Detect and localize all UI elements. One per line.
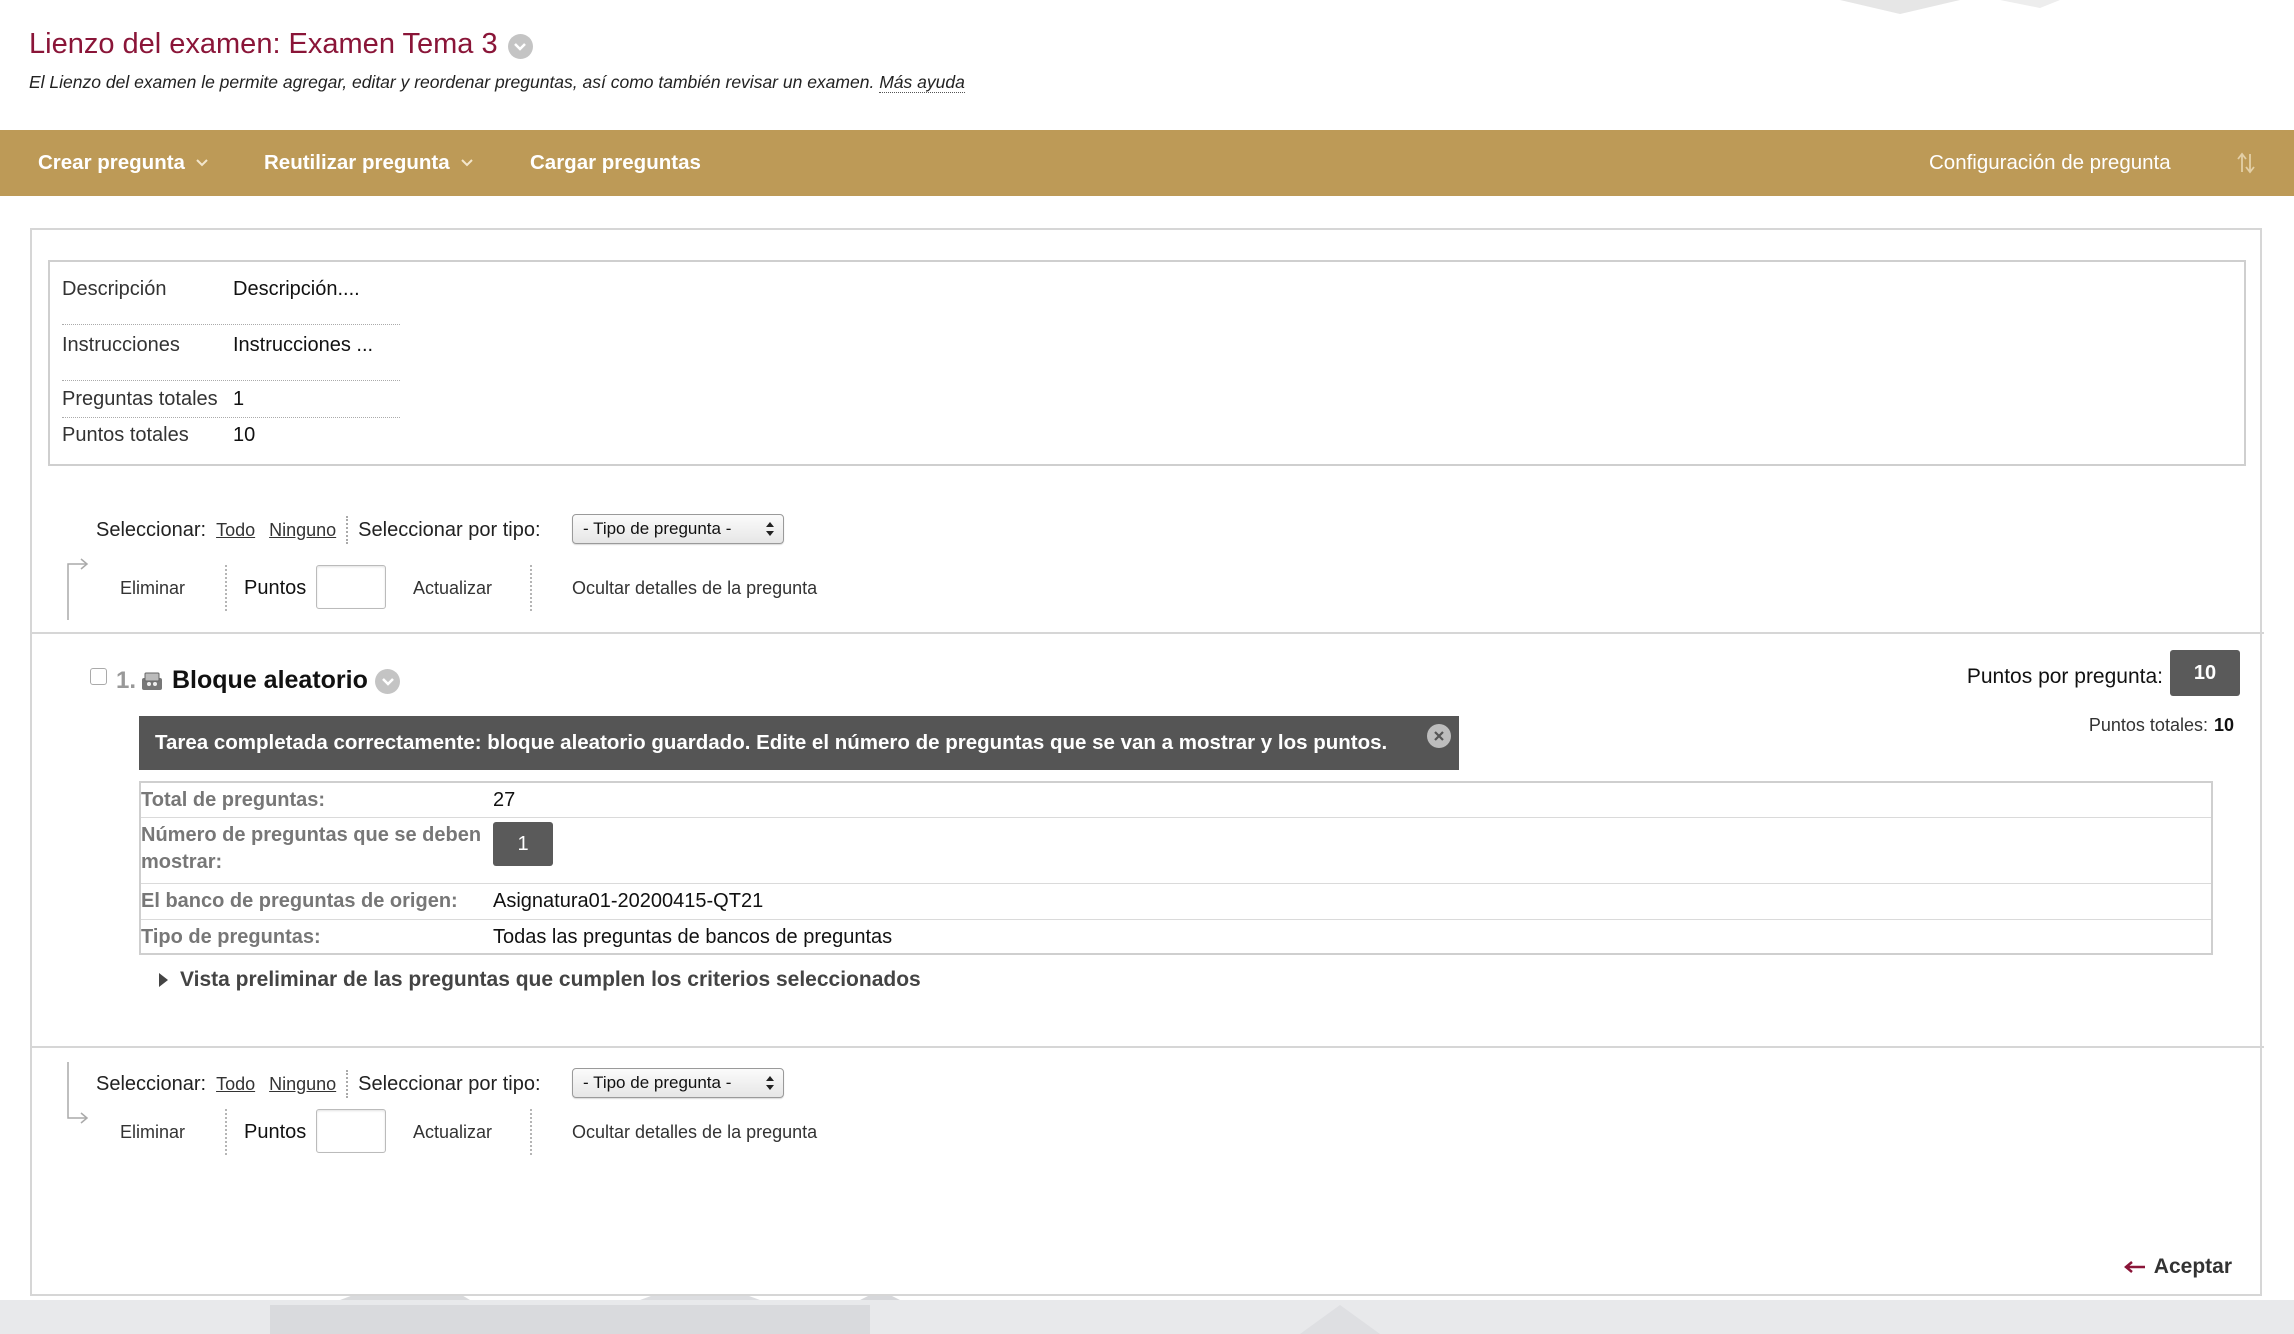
- select-label: Seleccionar:: [96, 518, 207, 541]
- points-input[interactable]: [316, 565, 386, 609]
- divider: [530, 1109, 532, 1155]
- reuse-question-button[interactable]: Reutilizar pregunta: [264, 130, 474, 196]
- points-per-question-label: Puntos por pregunta:: [1966, 665, 2163, 688]
- detail-label: El banco de preguntas de origen:: [141, 890, 458, 912]
- update-button[interactable]: Actualizar: [413, 565, 492, 611]
- selection-bar-bottom: Seleccionar: Todo Ninguno Seleccionar po…: [96, 1070, 541, 1098]
- divider: [225, 565, 227, 611]
- page-title-wrap: Lienzo del examen: Examen Tema 3: [29, 28, 533, 61]
- info-label: Instrucciones: [62, 334, 180, 356]
- operations-bar-bottom: Eliminar Puntos Actualizar Ocultar detal…: [32, 1109, 932, 1155]
- detail-row: El banco de preguntas de origen: Asignat…: [141, 883, 2211, 919]
- page: Lienzo del examen: Examen Tema 3 El Lien…: [0, 0, 2294, 1334]
- create-question-label: Crear pregunta: [38, 151, 185, 174]
- operations-bar-top: Eliminar Puntos Actualizar Ocultar detal…: [32, 565, 932, 611]
- select-none-link[interactable]: Ninguno: [269, 520, 336, 541]
- divider: [32, 632, 2264, 634]
- points-label: Puntos: [244, 1120, 307, 1143]
- select-all-link[interactable]: Todo: [216, 520, 255, 541]
- page-subtitle-wrap: El Lienzo del examen le permite agregar,…: [29, 72, 965, 93]
- page-subtitle: El Lienzo del examen le permite agregar,…: [29, 72, 875, 92]
- num-questions-display-button[interactable]: 1: [493, 822, 553, 866]
- random-block-details: Total de preguntas: 27 Número de pregunt…: [139, 781, 2213, 955]
- close-icon[interactable]: [1427, 724, 1451, 748]
- update-button[interactable]: Actualizar: [413, 1109, 492, 1155]
- divider: [530, 565, 532, 611]
- arrow-left-icon: [2123, 1261, 2145, 1273]
- selection-bar-top: Seleccionar: Todo Ninguno Seleccionar po…: [96, 516, 541, 544]
- info-value: 1: [233, 388, 245, 410]
- detail-value: Asignatura01-20200415-QT21: [493, 890, 764, 912]
- test-canvas: Descripción Descripción.... Instruccione…: [30, 228, 2264, 1296]
- question-number: 1.: [116, 667, 137, 694]
- detail-value: 27: [493, 789, 516, 811]
- hide-details-button[interactable]: Ocultar detalles de la pregunta: [572, 565, 817, 611]
- divider: [32, 1046, 2264, 1048]
- question-type-select[interactable]: - Tipo de pregunta -: [572, 1068, 784, 1098]
- create-question-button[interactable]: Crear pregunta: [38, 130, 209, 196]
- hide-details-button[interactable]: Ocultar detalles de la pregunta: [572, 1109, 817, 1155]
- delete-button[interactable]: Eliminar: [120, 565, 185, 611]
- info-label: Preguntas totales: [62, 388, 218, 410]
- test-info-panel: Descripción Descripción.... Instruccione…: [48, 260, 2246, 466]
- upload-questions-button[interactable]: Cargar preguntas: [530, 130, 701, 196]
- question-total-points: Puntos totales: 10: [2089, 715, 2234, 736]
- chevron-down-icon: [460, 159, 473, 167]
- question-type-select[interactable]: - Tipo de pregunta -: [572, 514, 784, 544]
- info-label: Puntos totales: [62, 424, 189, 446]
- detail-label: Total de preguntas:: [141, 789, 326, 811]
- chevron-down-icon[interactable]: [507, 34, 533, 59]
- select-arrows-icon: [766, 522, 774, 536]
- info-label: Descripción: [62, 278, 167, 300]
- page-title: Lienzo del examen: Examen Tema 3: [29, 28, 498, 60]
- chevron-down-icon[interactable]: [375, 669, 400, 694]
- points-label: Puntos: [244, 576, 307, 599]
- divider: [62, 380, 400, 381]
- sort-arrows-icon[interactable]: [2236, 130, 2256, 196]
- question-total-points-value: 10: [2213, 715, 2234, 735]
- select-label: Seleccionar:: [96, 1072, 207, 1095]
- success-message-text: Tarea completada correctamente: bloque a…: [155, 731, 1388, 754]
- detail-row: Tipo de preguntas: Todas las preguntas d…: [141, 919, 2211, 953]
- detail-value: Todas las preguntas de bancos de pregunt…: [493, 926, 893, 948]
- triangle-right-icon: [159, 973, 168, 987]
- select-by-type-label: Seleccionar por tipo:: [358, 518, 541, 541]
- question-total-points-label: Puntos totales:: [2088, 715, 2208, 735]
- divider: [346, 1070, 349, 1098]
- divider: [225, 1109, 227, 1155]
- select-all-link[interactable]: Todo: [216, 1074, 255, 1095]
- detail-row: Número de preguntas que se deben mostrar…: [141, 817, 2211, 883]
- action-bar: Crear pregunta Reutilizar pregunta Carga…: [0, 130, 2294, 196]
- info-value: Descripción....: [233, 278, 360, 300]
- random-block-icon: [142, 672, 162, 690]
- question-type-select-value: - Tipo de pregunta -: [583, 519, 732, 538]
- detail-row: Total de preguntas: 27: [141, 783, 2211, 817]
- preview-toggle[interactable]: Vista preliminar de las preguntas que cu…: [159, 968, 921, 992]
- info-value: 10: [233, 424, 256, 446]
- chevron-down-icon: [196, 159, 208, 167]
- accept-button[interactable]: Aceptar: [2123, 1255, 2232, 1279]
- question-checkbox[interactable]: [90, 668, 107, 685]
- accept-label: Aceptar: [2153, 1255, 2232, 1278]
- points-per-question-button[interactable]: 10: [2170, 650, 2240, 696]
- detail-label: Número de preguntas que se deben mostrar…: [141, 824, 482, 873]
- question-settings-button[interactable]: Configuración de pregunta: [1929, 130, 2171, 196]
- preview-label: Vista preliminar de las preguntas que cu…: [180, 968, 921, 991]
- select-by-type-label: Seleccionar por tipo:: [358, 1072, 541, 1095]
- question-title: Bloque aleatorio: [172, 666, 368, 694]
- select-none-link[interactable]: Ninguno: [269, 1074, 336, 1095]
- detail-label: Tipo de preguntas:: [141, 926, 321, 948]
- success-message: Tarea completada correctamente: bloque a…: [139, 716, 1459, 770]
- help-link[interactable]: Más ayuda: [879, 72, 965, 93]
- select-arrows-icon: [766, 1076, 774, 1090]
- info-value: Instrucciones ...: [233, 334, 374, 356]
- delete-button[interactable]: Eliminar: [120, 1109, 185, 1155]
- divider: [346, 516, 349, 544]
- points-input[interactable]: [316, 1109, 386, 1153]
- reuse-question-label: Reutilizar pregunta: [264, 151, 450, 174]
- divider: [62, 417, 400, 418]
- question-type-select-value: - Tipo de pregunta -: [583, 1073, 732, 1092]
- divider: [62, 324, 400, 325]
